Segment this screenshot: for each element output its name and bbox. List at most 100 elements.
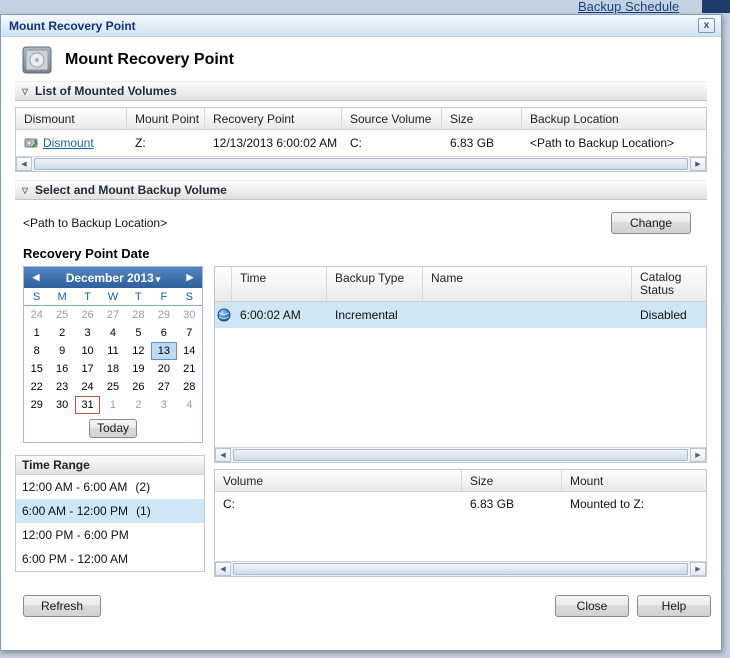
calendar-day-9[interactable]: 9 bbox=[49, 342, 74, 360]
calendar-day-16[interactable]: 16 bbox=[49, 360, 74, 378]
calendar-day-26[interactable]: 26 bbox=[126, 378, 151, 396]
dialog-header-title: Mount Recovery Point bbox=[65, 51, 234, 69]
calendar-day-2[interactable]: 2 bbox=[126, 396, 151, 414]
mounted-col-dismount[interactable]: Dismount bbox=[16, 108, 127, 129]
calendar-day-25[interactable]: 25 bbox=[100, 378, 125, 396]
calendar-day-4[interactable]: 4 bbox=[100, 324, 125, 342]
calendar-day-31[interactable]: 31 bbox=[75, 396, 100, 414]
calendar-day-21[interactable]: 21 bbox=[177, 360, 202, 378]
mounted-col-mount-point[interactable]: Mount Point bbox=[127, 108, 205, 129]
calendar-day-28[interactable]: 28 bbox=[177, 378, 202, 396]
calendar-day-10[interactable]: 10 bbox=[75, 342, 100, 360]
calendar-day-28[interactable]: 28 bbox=[126, 306, 151, 324]
points-table-hscrollbar[interactable]: ◀ ▶ bbox=[215, 447, 706, 462]
volume-row[interactable]: C: 6.83 GB Mounted to Z: bbox=[215, 492, 706, 516]
volumes-col-mount[interactable]: Mount bbox=[562, 470, 706, 491]
calendar-day-1[interactable]: 1 bbox=[100, 396, 125, 414]
calendar-day-3[interactable]: 3 bbox=[151, 396, 176, 414]
time-range-item[interactable]: 6:00 PM - 12:00 AM bbox=[16, 547, 204, 571]
calendar-day-30[interactable]: 30 bbox=[177, 306, 202, 324]
calendar-dow-label: F bbox=[151, 291, 176, 303]
table-empty-area bbox=[215, 516, 706, 561]
mounted-col-source-volume[interactable]: Source Volume bbox=[342, 108, 442, 129]
calendar-day-20[interactable]: 20 bbox=[151, 360, 176, 378]
time-range-item[interactable]: 12:00 AM - 6:00 AM(2) bbox=[16, 475, 204, 499]
calendar-day-19[interactable]: 19 bbox=[126, 360, 151, 378]
mount-recovery-point-icon bbox=[21, 44, 55, 76]
time-range-label: 12:00 AM - 6:00 AM bbox=[22, 480, 127, 494]
calendar-day-30[interactable]: 30 bbox=[49, 396, 74, 414]
calendar-day-4[interactable]: 4 bbox=[177, 396, 202, 414]
calendar-day-18[interactable]: 18 bbox=[100, 360, 125, 378]
points-col-name[interactable]: Name bbox=[423, 267, 632, 301]
mounted-col-backup-location[interactable]: Backup Location bbox=[522, 108, 706, 129]
calendar-day-5[interactable]: 5 bbox=[126, 324, 151, 342]
close-icon[interactable]: x bbox=[698, 18, 715, 33]
calendar-day-24[interactable]: 24 bbox=[75, 378, 100, 396]
calendar-day-27[interactable]: 27 bbox=[100, 306, 125, 324]
calendar-day-6[interactable]: 6 bbox=[151, 324, 176, 342]
volumes-table-hscrollbar[interactable]: ◀ ▶ bbox=[215, 561, 706, 576]
calendar-day-1[interactable]: 1 bbox=[24, 324, 49, 342]
calendar-day-26[interactable]: 26 bbox=[75, 306, 100, 324]
point-time-cell: 6:00:02 AM bbox=[232, 308, 327, 322]
scroll-right-icon[interactable]: ▶ bbox=[690, 157, 706, 171]
section-mounted-volumes-header[interactable]: ▽ List of Mounted Volumes bbox=[15, 81, 707, 101]
volumes-col-size[interactable]: Size bbox=[462, 470, 562, 491]
refresh-button[interactable]: Refresh bbox=[23, 595, 101, 617]
recovery-point-date-label: Recovery Point Date bbox=[23, 246, 721, 262]
scroll-right-icon[interactable]: ▶ bbox=[690, 448, 706, 462]
mounted-col-recovery-point[interactable]: Recovery Point bbox=[205, 108, 342, 129]
calendar-dow-label: T bbox=[126, 291, 151, 303]
backup-schedule-link[interactable]: Backup Schedule bbox=[578, 0, 679, 13]
mounted-col-size[interactable]: Size bbox=[442, 108, 522, 129]
points-col-time[interactable]: Time bbox=[232, 267, 327, 301]
mounted-table-hscrollbar[interactable]: ◀ ▶ bbox=[16, 156, 706, 171]
recovery-point-row[interactable]: 6:00:02 AM Incremental Disabled bbox=[215, 302, 706, 328]
time-range-item[interactable]: 6:00 AM - 12:00 PM(1) bbox=[16, 499, 204, 523]
calendar-day-27[interactable]: 27 bbox=[151, 378, 176, 396]
time-range-item[interactable]: 12:00 PM - 6:00 PM bbox=[16, 523, 204, 547]
scrollbar-thumb[interactable] bbox=[233, 563, 688, 575]
points-col-backup-type[interactable]: Backup Type bbox=[327, 267, 423, 301]
section-select-mount-header[interactable]: ▽ Select and Mount Backup Volume bbox=[15, 180, 707, 200]
mounted-volume-row[interactable]: Dismount Z: 12/13/2013 6:00:02 AM C: 6.8… bbox=[16, 130, 706, 156]
calendar-prev-icon[interactable]: ◀ bbox=[24, 272, 48, 283]
calendar-day-14[interactable]: 14 bbox=[177, 342, 202, 360]
scroll-right-icon[interactable]: ▶ bbox=[690, 562, 706, 576]
calendar-day-2[interactable]: 2 bbox=[49, 324, 74, 342]
calendar-day-22[interactable]: 22 bbox=[24, 378, 49, 396]
calendar-day-11[interactable]: 11 bbox=[100, 342, 125, 360]
size-cell: 6.83 GB bbox=[442, 136, 522, 150]
scroll-left-icon[interactable]: ◀ bbox=[215, 448, 231, 462]
calendar-day-24[interactable]: 24 bbox=[24, 306, 49, 324]
calendar-month-label[interactable]: December 2013▾ bbox=[48, 271, 178, 285]
calendar-day-29[interactable]: 29 bbox=[24, 396, 49, 414]
calendar-next-icon[interactable]: ▶ bbox=[178, 272, 202, 283]
points-col-icon bbox=[215, 267, 232, 301]
source-volume-cell: C: bbox=[342, 136, 442, 150]
change-button[interactable]: Change bbox=[611, 212, 691, 234]
calendar-day-12[interactable]: 12 bbox=[126, 342, 151, 360]
scrollbar-thumb[interactable] bbox=[233, 449, 688, 461]
scrollbar-thumb[interactable] bbox=[34, 158, 688, 170]
help-button[interactable]: Help bbox=[637, 595, 711, 617]
calendar-day-13[interactable]: 13 bbox=[151, 342, 176, 360]
calendar-day-7[interactable]: 7 bbox=[177, 324, 202, 342]
points-col-catalog-status[interactable]: Catalog Status bbox=[632, 267, 706, 301]
calendar-day-17[interactable]: 17 bbox=[75, 360, 100, 378]
calendar-day-29[interactable]: 29 bbox=[151, 306, 176, 324]
calendar-day-23[interactable]: 23 bbox=[49, 378, 74, 396]
calendar-day-15[interactable]: 15 bbox=[24, 360, 49, 378]
volumes-col-volume[interactable]: Volume bbox=[215, 470, 462, 491]
point-backup-type-cell: Incremental bbox=[327, 308, 423, 322]
close-dialog-button[interactable]: Close bbox=[555, 595, 629, 617]
dialog-titlebar[interactable]: Mount Recovery Point x bbox=[1, 15, 721, 37]
today-button[interactable]: Today bbox=[89, 419, 137, 438]
calendar-day-3[interactable]: 3 bbox=[75, 324, 100, 342]
calendar-day-25[interactable]: 25 bbox=[49, 306, 74, 324]
scroll-left-icon[interactable]: ◀ bbox=[16, 157, 32, 171]
scroll-left-icon[interactable]: ◀ bbox=[215, 562, 231, 576]
calendar-day-8[interactable]: 8 bbox=[24, 342, 49, 360]
dismount-link[interactable]: Dismount bbox=[43, 136, 94, 150]
